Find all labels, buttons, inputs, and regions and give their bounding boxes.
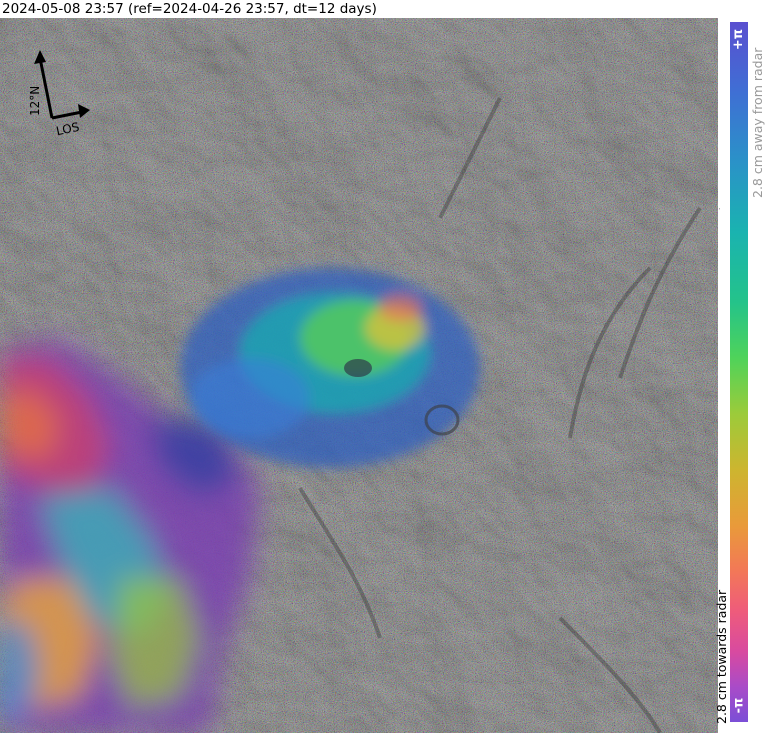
phase-colorbar [730, 22, 748, 722]
page-title: 2024-05-08 23:57 (ref=2024-04-26 23:57, … [2, 1, 377, 17]
summit-crater [344, 359, 372, 377]
summit-deformation [180, 268, 480, 468]
colorbar-top-label: +π [731, 28, 747, 50]
page: 2024-05-08 23:57 (ref=2024-04-26 23:57, … [0, 0, 765, 733]
interferogram-map[interactable]: 12°N LOS [0, 18, 718, 733]
away-label: 2.8 cm away from radar [750, 47, 765, 198]
north-label: 12°N [28, 85, 42, 116]
interferogram-image [0, 18, 718, 733]
towards-label: 2.8 cm towards radar [714, 589, 729, 724]
colorbar-bottom-label: -π [731, 697, 747, 713]
